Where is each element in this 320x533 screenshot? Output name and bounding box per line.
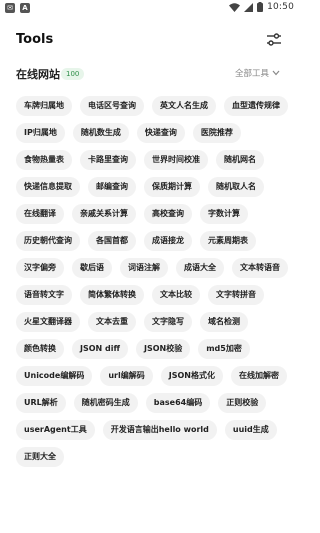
tool-chip[interactable]: 文本转语音 (232, 258, 288, 278)
tool-chip[interactable]: 邮编查询 (88, 177, 136, 197)
tool-chip[interactable]: 世界时间校准 (144, 150, 208, 170)
tool-chip[interactable]: 在线加解密 (230, 366, 287, 386)
tool-list: 车牌归属地 电话区号查询 英文人名生成 血型遗传规律 IP归属地 随机数生成 快递查询 医院推… (16, 96, 288, 467)
tool-chip[interactable]: 保质期计算 (144, 177, 200, 197)
tool-chip[interactable]: JSON diff (72, 339, 128, 359)
tool-chip[interactable]: 词语注解 (120, 258, 168, 278)
chevron-down-icon (272, 70, 280, 76)
signal-icon (244, 2, 254, 12)
tool-chip[interactable]: 各国首都 (88, 231, 136, 251)
sliders-icon (267, 33, 281, 46)
tool-chip[interactable]: 血型遗传规律 (224, 96, 288, 116)
tool-chip[interactable]: 汉字偏旁 (16, 258, 64, 278)
count-badge: 100 (61, 68, 85, 80)
app-icon: A (20, 3, 30, 13)
tool-chip[interactable]: 英文人名生成 (152, 96, 216, 116)
tool-chip[interactable]: url编解码 (100, 366, 153, 386)
tool-chip[interactable]: 颜色转换 (16, 339, 64, 359)
tool-chip[interactable]: 在线翻译 (16, 204, 64, 224)
tool-chip[interactable]: IP归属地 (16, 123, 65, 143)
tool-chip[interactable]: uuid生成 (224, 420, 277, 440)
tool-chip[interactable]: 历史朝代查询 (16, 231, 80, 251)
tool-chip[interactable]: 车牌归属地 (16, 96, 72, 116)
notification-icon: ✉ (5, 3, 15, 13)
tool-chip[interactable]: 亲戚关系计算 (72, 204, 136, 224)
tool-chip[interactable]: 快递查询 (136, 123, 185, 143)
tool-chip[interactable]: 火星文翻译器 (16, 312, 80, 332)
tool-chip[interactable]: 随机取人名 (208, 177, 264, 197)
tool-chip[interactable]: JSON格式化 (160, 366, 223, 386)
app-header: Tools (0, 26, 300, 54)
settings-button[interactable] (266, 32, 282, 48)
tool-chip[interactable]: 文本比较 (152, 285, 200, 305)
tool-chip[interactable]: 简体繁体转换 (80, 285, 144, 305)
tool-chip[interactable]: 卡路里查询 (80, 150, 136, 170)
tool-chip[interactable]: 域名检测 (200, 312, 248, 332)
tool-chip[interactable]: md5加密 (198, 339, 250, 359)
page-title: Tools (16, 32, 54, 47)
tool-chip[interactable]: 高校查询 (144, 204, 192, 224)
tool-chip[interactable]: userAgent工具 (16, 420, 95, 440)
tool-chip[interactable]: 文字转拼音 (208, 285, 264, 305)
tool-chip[interactable]: 元素周期表 (200, 231, 256, 251)
tool-chip[interactable]: 成语接龙 (144, 231, 192, 251)
filter-dropdown[interactable]: 全部工具 (235, 67, 280, 79)
tool-chip[interactable]: 电话区号查询 (80, 96, 144, 116)
status-time: 10:50 (267, 2, 294, 12)
tool-chip[interactable]: JSON校验 (135, 339, 191, 359)
tool-chip[interactable]: 食物热量表 (16, 150, 72, 170)
battery-icon (257, 2, 264, 12)
tool-chip[interactable]: 随机网名 (216, 150, 264, 170)
tool-chip[interactable]: 随机数生成 (72, 123, 129, 143)
tool-chip[interactable]: 正则校验 (218, 393, 267, 413)
section-title: 在线网站 (16, 68, 60, 81)
tool-chip[interactable]: 文字隐写 (144, 312, 192, 332)
section-header: 在线网站 100 全部工具 (0, 64, 300, 84)
tool-chip[interactable]: 医院推荐 (192, 123, 241, 143)
tool-chip[interactable]: 快递信息提取 (16, 177, 80, 197)
tool-chip[interactable]: 随机密码生成 (73, 393, 138, 413)
wifi-icon (229, 2, 241, 12)
status-bar: ✉ A 10:50 (0, 0, 300, 16)
tool-chip[interactable]: 正则大全 (16, 447, 64, 467)
tool-chip[interactable]: 成语大全 (176, 258, 224, 278)
tool-chip[interactable]: base64编码 (145, 393, 211, 413)
tool-chip[interactable]: 歇后语 (72, 258, 112, 278)
filter-label: 全部工具 (234, 69, 269, 79)
tool-chip[interactable]: 开发语言输出hello world (102, 420, 217, 440)
tool-chip[interactable]: 语音转文字 (16, 285, 72, 305)
tool-chip[interactable]: 字数计算 (200, 204, 248, 224)
tool-chip[interactable]: 文本去重 (88, 312, 136, 332)
tool-chip[interactable]: Unicode编解码 (16, 366, 93, 386)
tool-chip[interactable]: URL解析 (16, 393, 66, 413)
